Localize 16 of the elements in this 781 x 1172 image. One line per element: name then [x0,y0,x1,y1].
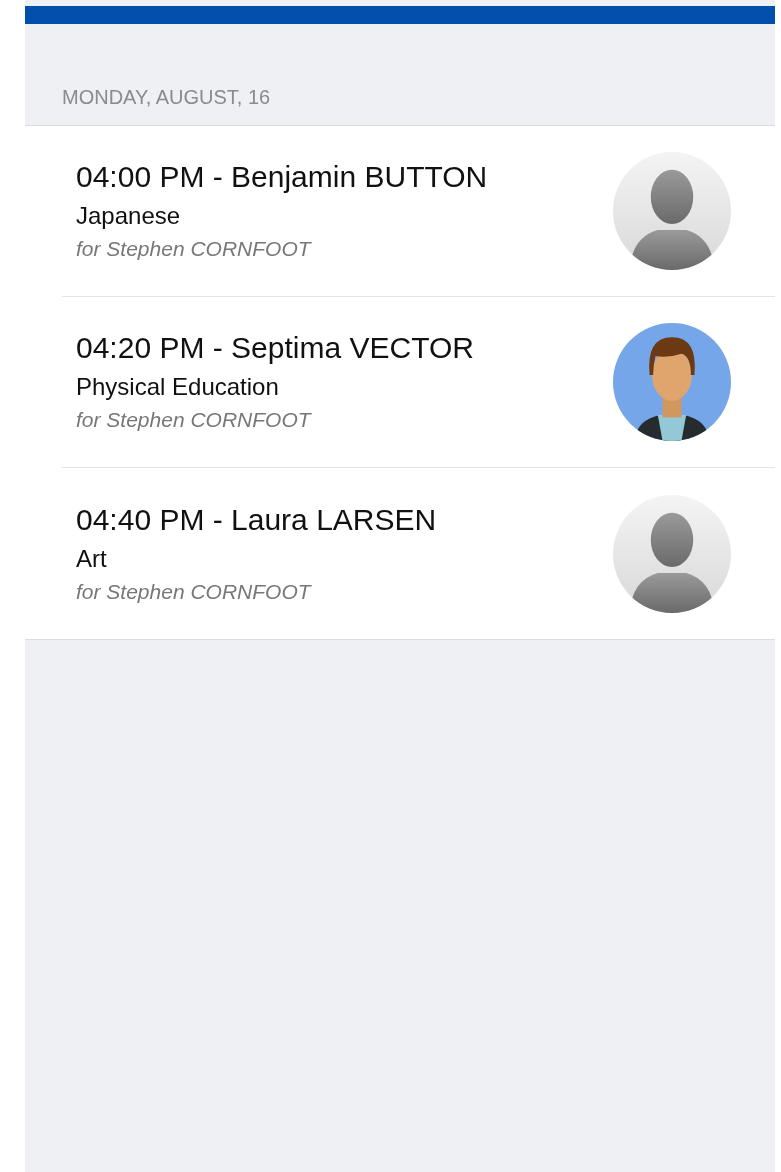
student-label: for Stephen CORNFOOT [76,407,313,433]
student-label: for Stephen CORNFOOT [76,578,313,605]
section-header: MONDAY, AUGUST, 16 [61,85,272,109]
student-label: for Stephen CORNFOOT [76,236,313,262]
appointment-title: 04:40 PM - Laura LARSEN [76,501,438,538]
avatar-icon [613,494,731,613]
appointment-title: 04:00 PM - Benjamin BUTTON [76,159,489,195]
avatar-icon [613,323,731,441]
appointment-row[interactable]: 04:00 PM - Benjamin BUTTON Japanese for Stephen CORNFOOT [62,126,775,297]
subject-label: Art [76,543,108,574]
subject-label: Japanese [76,201,182,231]
appointment-row[interactable]: 04:40 PM - Laura LARSEN Art for Stephen CORNFOOT [62,468,775,639]
appointment-title: 04:20 PM - Septima VECTOR [76,330,475,366]
avatar-icon [613,152,731,270]
subject-label: Physical Education [76,372,280,402]
appointment-row[interactable]: 04:20 PM - Septima VECTOR Physical Education for Stephen CORNFOOT [62,297,775,468]
